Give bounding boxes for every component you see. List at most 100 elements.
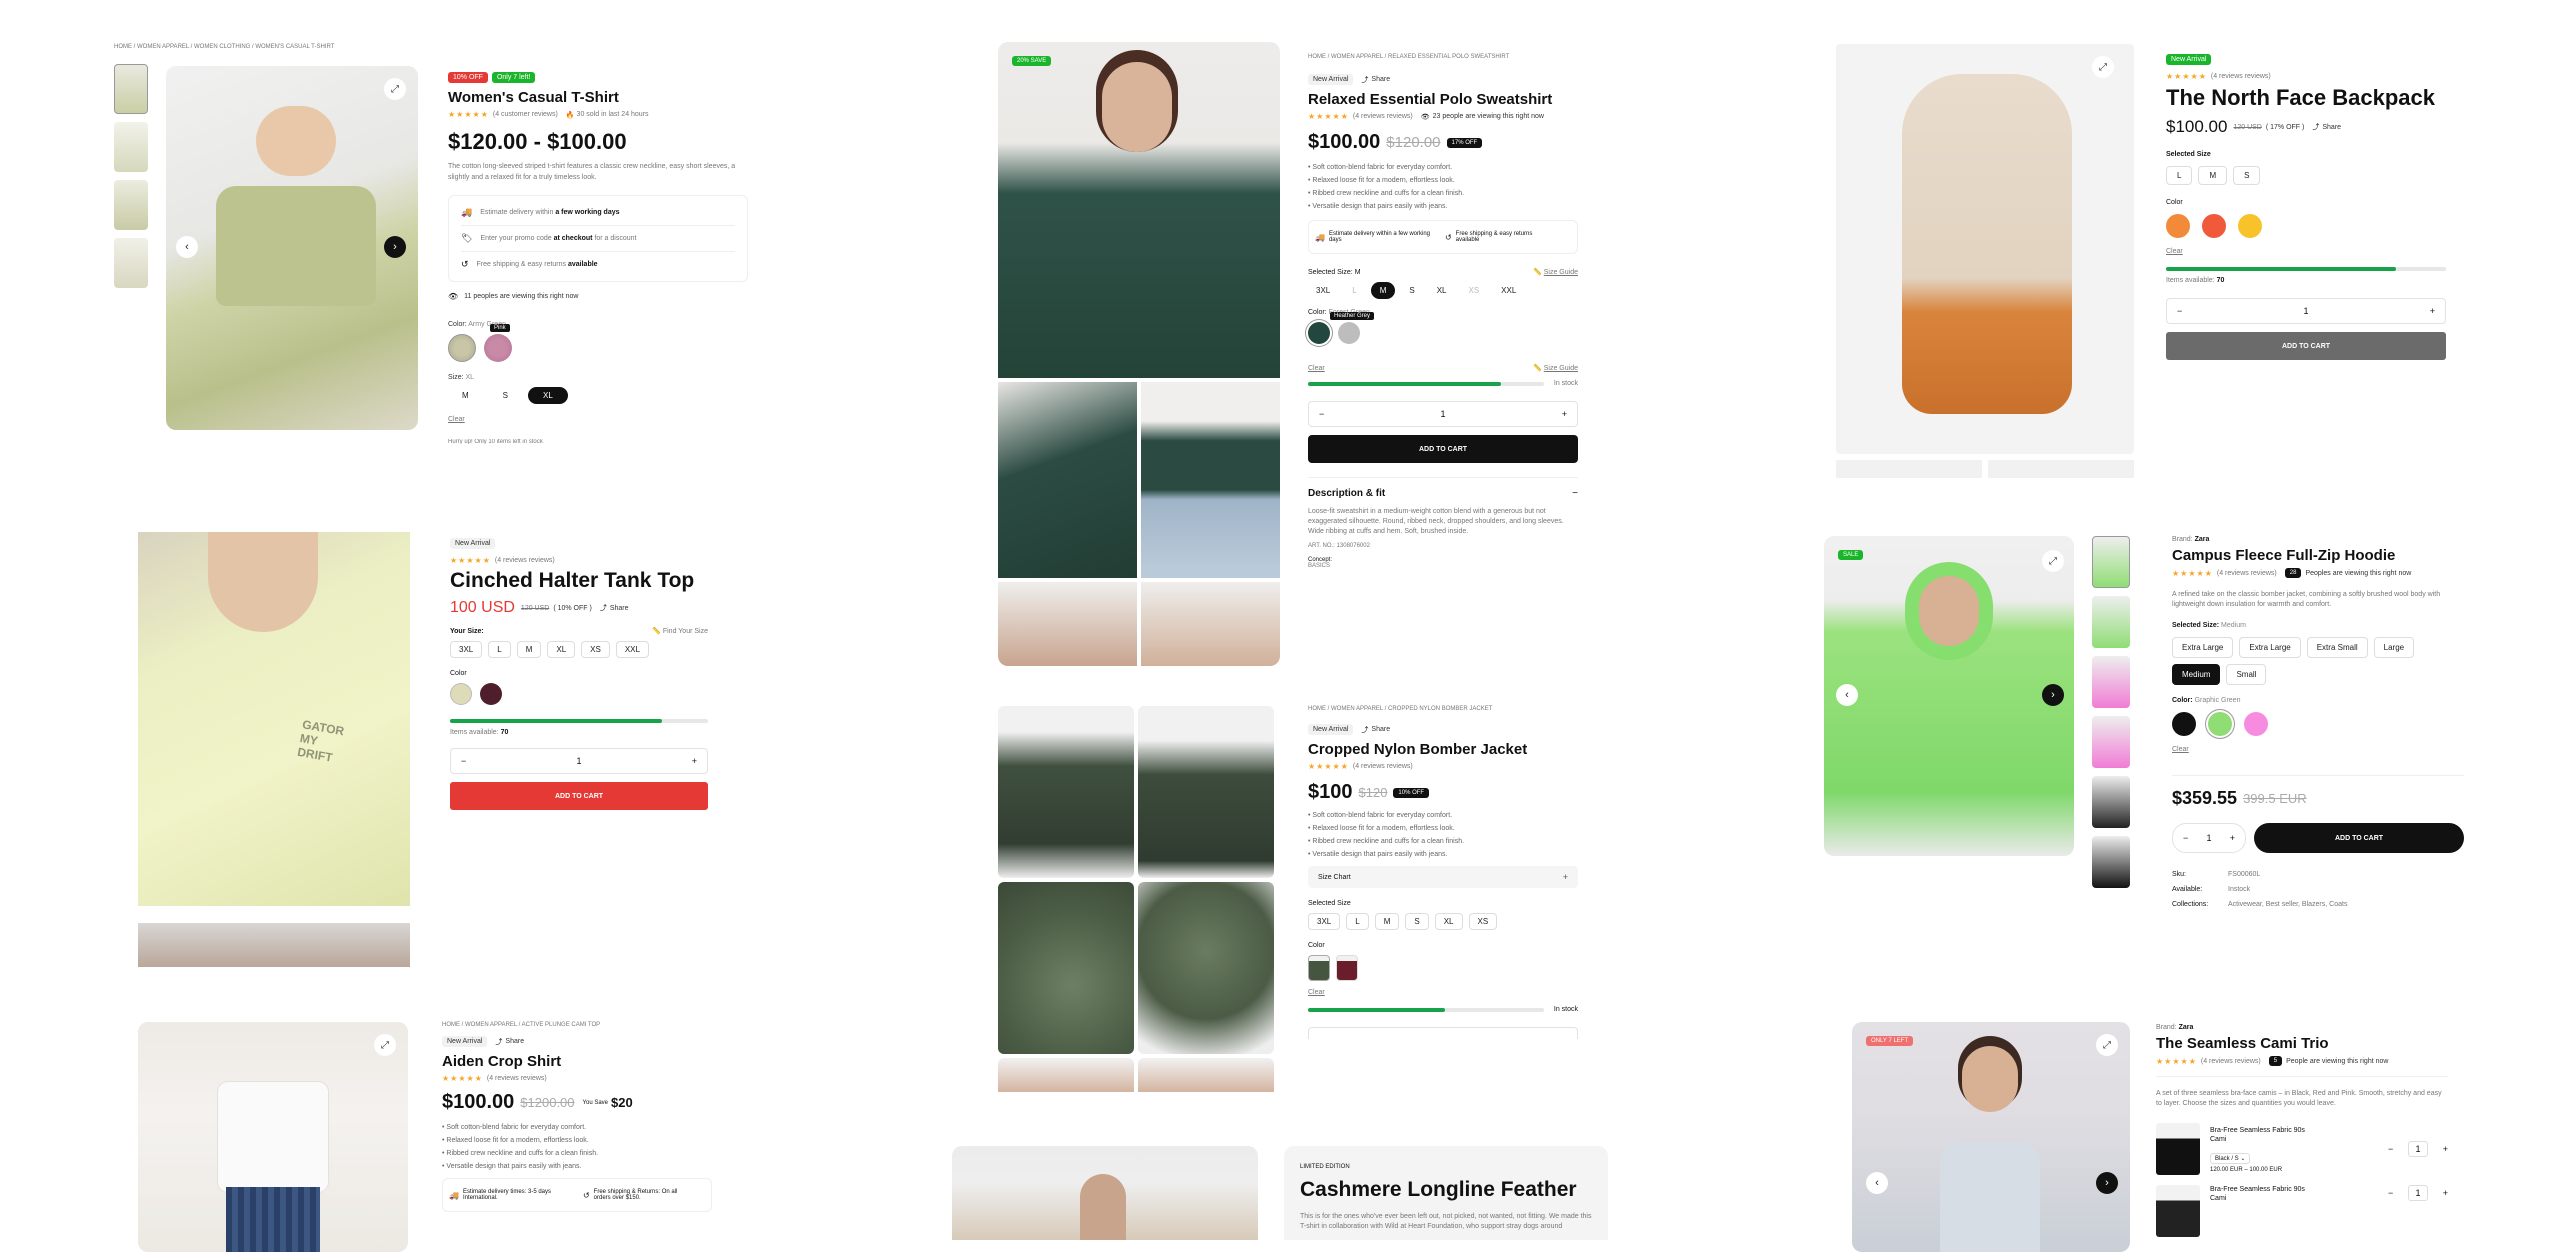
- quantity-value[interactable]: 1: [2408, 1141, 2428, 1157]
- size-option-xxl[interactable]: XXL: [1493, 283, 1525, 298]
- breadcrumb[interactable]: HOME / WOMEN APPAREL / RELAXED ESSENTIAL…: [1308, 54, 1578, 60]
- breadcrumb[interactable]: HOME / WOMEN APPAREL / WOMEN CLOTHING / …: [114, 44, 334, 50]
- thumbnail[interactable]: [1836, 460, 1982, 478]
- share-link[interactable]: Share: [1371, 76, 1390, 83]
- quantity-value[interactable]: 1: [2206, 833, 2211, 843]
- size-option-xl[interactable]: XL: [1434, 913, 1463, 930]
- size-option-xs[interactable]: XS: [1468, 913, 1498, 930]
- clear-link[interactable]: Clear: [2166, 248, 2450, 255]
- minus-icon[interactable]: −: [1319, 409, 1324, 419]
- quantity-stepper[interactable]: − 1 +: [1308, 401, 1578, 427]
- size-option-s[interactable]: S: [488, 388, 523, 403]
- size-option-l[interactable]: L: [488, 641, 511, 658]
- size-option-m[interactable]: M: [2198, 166, 2228, 185]
- size-option-3xl[interactable]: 3XL: [450, 641, 483, 658]
- quantity-stepper[interactable]: − 1 +: [2388, 1141, 2448, 1157]
- thumbnail[interactable]: [114, 238, 148, 288]
- size-guide-link[interactable]: 📏 Find Your Size: [652, 627, 708, 635]
- quantity-stepper[interactable]: [1308, 1027, 1578, 1039]
- minus-icon[interactable]: −: [2177, 306, 2182, 316]
- expand-icon[interactable]: ⤢: [2092, 56, 2114, 78]
- size-option-s[interactable]: S: [1401, 283, 1423, 298]
- share-icon[interactable]: ⤴: [1361, 725, 1368, 735]
- thumbnail[interactable]: [2092, 716, 2130, 768]
- color-swatch-pink[interactable]: [2244, 712, 2268, 736]
- size-option-s[interactable]: S: [1405, 913, 1429, 930]
- clear-link[interactable]: Clear: [1308, 365, 1325, 372]
- size-option-l[interactable]: L: [2166, 166, 2193, 185]
- review-count[interactable]: (4 reviews reviews): [1353, 763, 1413, 770]
- size-option-extra-small[interactable]: Extra Small: [2306, 637, 2368, 658]
- size-option-large[interactable]: Large: [2373, 637, 2415, 658]
- next-arrow-icon[interactable]: ›: [2042, 684, 2064, 706]
- thumbnail[interactable]: [2092, 536, 2130, 588]
- size-option-m[interactable]: M: [1370, 282, 1396, 299]
- size-option-xl[interactable]: XL: [528, 387, 568, 404]
- breadcrumb[interactable]: HOME / WOMEN APPAREL / CROPPED NYLON BOM…: [1308, 706, 1578, 712]
- size-option-extra-large[interactable]: Extra Large: [2172, 637, 2234, 658]
- thumbnail[interactable]: [114, 122, 148, 172]
- description-heading[interactable]: Description & fit: [1308, 488, 1385, 499]
- share-link[interactable]: Share: [610, 605, 629, 612]
- review-count[interactable]: (4 reviews reviews): [1353, 113, 1413, 120]
- thumbnail[interactable]: [114, 64, 148, 114]
- plus-icon[interactable]: +: [1562, 409, 1567, 419]
- color-swatch-pink[interactable]: [484, 334, 512, 362]
- next-arrow-icon[interactable]: ›: [2096, 1172, 2118, 1194]
- color-swatch-orange[interactable]: [2166, 214, 2190, 238]
- quantity-stepper[interactable]: − 1 +: [450, 748, 708, 774]
- thumbnail[interactable]: [2092, 596, 2130, 648]
- variant-select[interactable]: Black / S ⌄: [2210, 1152, 2251, 1164]
- size-option-xxl[interactable]: XXL: [615, 641, 649, 658]
- clear-link[interactable]: Clear: [2172, 746, 2464, 753]
- size-option-l[interactable]: L: [1346, 913, 1369, 930]
- size-option-s[interactable]: S: [2233, 166, 2261, 185]
- prev-arrow-icon[interactable]: ‹: [1866, 1172, 1888, 1194]
- share-link[interactable]: Share: [2322, 124, 2341, 131]
- color-swatch-black[interactable]: [2172, 712, 2196, 736]
- size-option-m[interactable]: M: [1374, 913, 1400, 930]
- prev-arrow-icon[interactable]: ‹: [1836, 684, 1858, 706]
- share-link[interactable]: Share: [505, 1038, 524, 1045]
- clear-link[interactable]: Clear: [448, 416, 748, 423]
- minus-icon[interactable]: −: [2388, 1144, 2393, 1154]
- share-icon[interactable]: ⤴: [2312, 122, 2319, 132]
- collections-value[interactable]: Activewear, Best seller, Blazers, Coats: [2228, 901, 2347, 908]
- color-swatch-graphic-green[interactable]: [2208, 712, 2232, 736]
- review-count[interactable]: (4 reviews reviews): [2217, 570, 2277, 577]
- color-swatch-cream[interactable]: [450, 683, 472, 705]
- size-option-3xl[interactable]: 3XL: [1308, 283, 1339, 298]
- quantity-value[interactable]: 1: [2303, 306, 2308, 316]
- expand-icon[interactable]: ⤢: [384, 78, 406, 100]
- review-count[interactable]: (4 customer reviews): [493, 111, 558, 118]
- expand-icon[interactable]: ⤢: [2096, 1034, 2118, 1056]
- size-option-medium[interactable]: Medium: [2172, 664, 2221, 685]
- size-option-m[interactable]: M: [516, 641, 542, 658]
- brand-value[interactable]: Zara: [2179, 1024, 2194, 1031]
- quantity-stepper[interactable]: − 1 +: [2166, 298, 2446, 324]
- add-to-cart-button[interactable]: ADD TO CART: [2254, 823, 2464, 853]
- share-icon[interactable]: ⤴: [495, 1037, 502, 1047]
- add-to-cart-button[interactable]: ADD TO CART: [1308, 435, 1578, 463]
- thumbnail[interactable]: [2092, 836, 2130, 888]
- plus-icon[interactable]: +: [692, 756, 697, 766]
- color-swatch-red[interactable]: [2202, 214, 2226, 238]
- size-option-xl[interactable]: XL: [1428, 283, 1455, 298]
- thumbnail[interactable]: [2092, 776, 2130, 828]
- expand-icon[interactable]: ⤢: [374, 1034, 396, 1056]
- color-swatch-olive[interactable]: [1308, 955, 1330, 981]
- size-option-l[interactable]: L: [1344, 283, 1365, 298]
- size-option-xs[interactable]: XS: [1460, 283, 1488, 298]
- thumbnail[interactable]: [1988, 460, 2134, 478]
- quantity-value[interactable]: 1: [576, 756, 581, 766]
- quantity-stepper[interactable]: − 1 +: [2388, 1185, 2448, 1201]
- minus-icon[interactable]: −: [2183, 833, 2188, 843]
- size-option-xs[interactable]: XS: [581, 641, 610, 658]
- size-option-small[interactable]: Small: [2226, 664, 2267, 685]
- add-to-cart-button[interactable]: ADD TO CART: [2166, 332, 2446, 360]
- size-option-m[interactable]: M: [448, 388, 483, 403]
- next-arrow-icon[interactable]: ›: [384, 236, 406, 258]
- review-count[interactable]: (4 reviews reviews): [487, 1075, 547, 1082]
- size-guide-link-2[interactable]: 📏 Size Guide: [1533, 364, 1578, 372]
- thumbnail[interactable]: [114, 180, 148, 230]
